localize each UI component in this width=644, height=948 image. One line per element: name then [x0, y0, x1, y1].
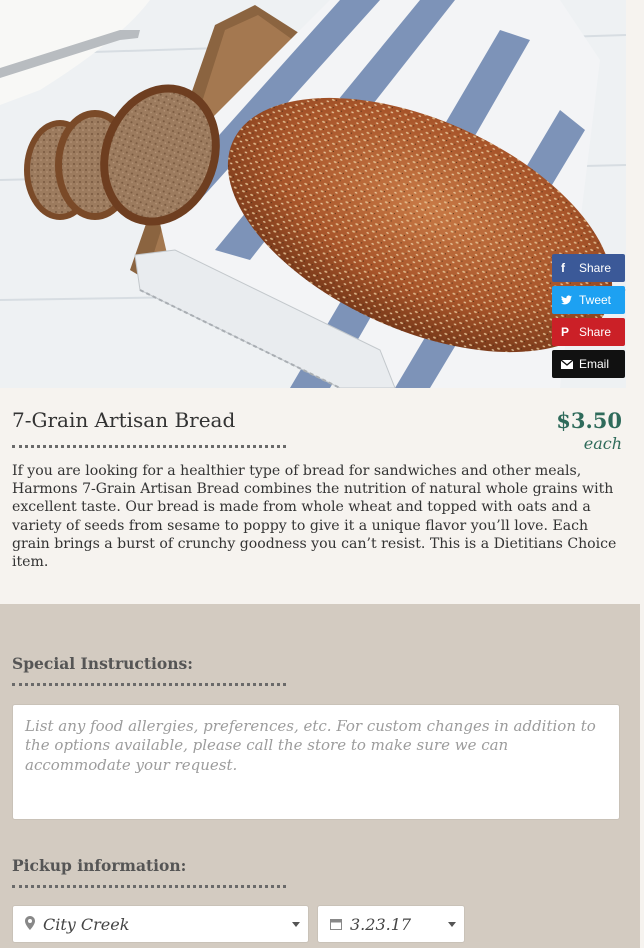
email-share-button[interactable]: Email [552, 350, 625, 378]
facebook-share-label: Share [579, 261, 612, 275]
location-pin-icon [25, 915, 35, 934]
email-icon [561, 359, 575, 369]
chevron-down-icon [292, 922, 300, 927]
store-select[interactable]: City Creek [12, 905, 309, 943]
pinterest-share-label: Share [579, 325, 612, 339]
twitter-icon [561, 295, 575, 305]
pinterest-share-button[interactable]: P Share [552, 318, 625, 346]
pinterest-icon: P [561, 325, 570, 339]
facebook-share-button[interactable]: f Share [552, 254, 625, 282]
pickup-date-select[interactable]: 3.23.17 [317, 905, 465, 943]
twitter-tweet-button[interactable]: Tweet [552, 286, 625, 314]
share-buttons: f Share Tweet P Share Email [552, 254, 625, 382]
product-price: $3.50 [556, 408, 622, 433]
calendar-icon [330, 915, 342, 934]
facebook-icon: f [561, 261, 565, 275]
instructions-divider [12, 683, 286, 686]
chevron-down-icon [448, 922, 456, 927]
title-divider [12, 445, 286, 448]
email-share-label: Email [579, 357, 610, 371]
pickup-divider [12, 885, 286, 888]
price-unit: each [583, 434, 622, 453]
product-image: f Share Tweet P Share Email [0, 0, 626, 388]
twitter-tweet-label: Tweet [579, 293, 612, 307]
pickup-information-label: Pickup information: [12, 856, 187, 875]
special-instructions-input[interactable]: List any food allergies, preferences, et… [12, 704, 620, 820]
product-title: 7-Grain Artisan Bread [12, 408, 236, 432]
pickup-date-value: 3.23.17 [350, 914, 412, 934]
store-select-value: City Creek [43, 914, 130, 934]
product-description: If you are looking for a healthier type … [12, 463, 617, 571]
special-instructions-label: Special Instructions: [12, 654, 193, 673]
